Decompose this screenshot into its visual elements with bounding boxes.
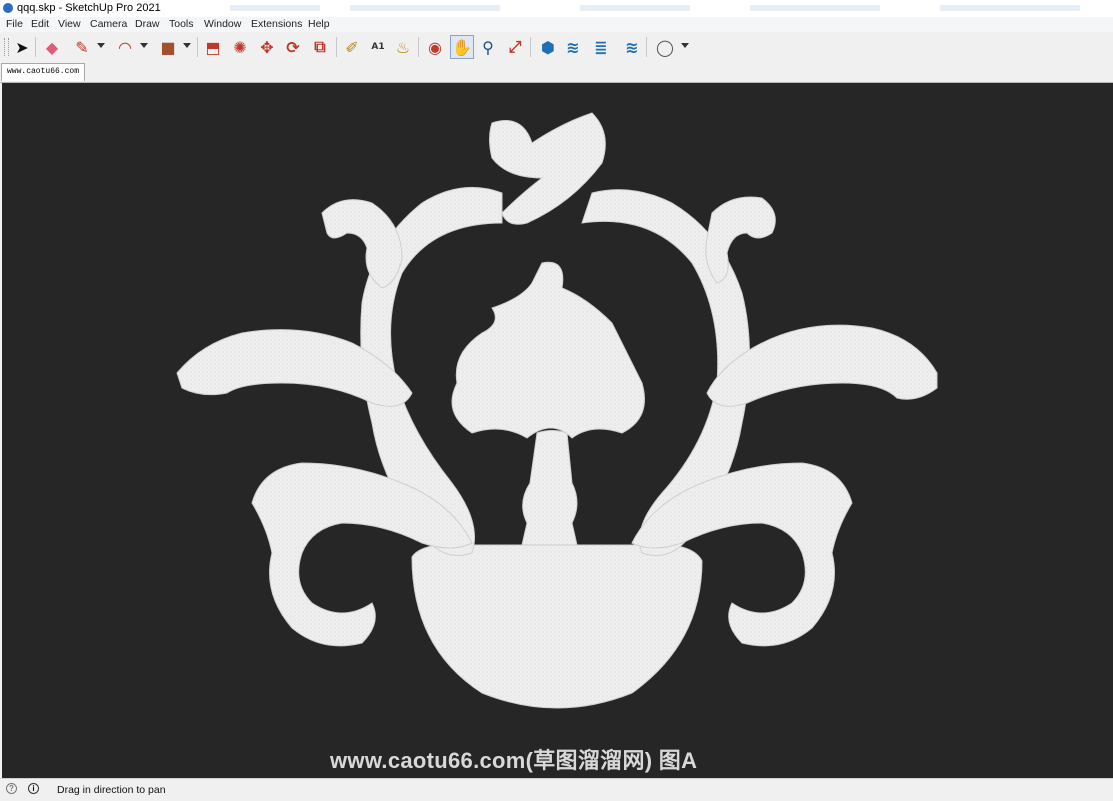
rotate-tool-button[interactable]: ⟳ [281, 35, 305, 59]
eraser-tool-icon: ◆ [45, 37, 59, 57]
toolbar-separator [336, 37, 337, 57]
account-dropdown-arrow[interactable] [681, 43, 689, 48]
arc-tool-icon: ◠ [118, 37, 132, 57]
status-bar: ? i Drag in direction to pan [0, 778, 1113, 801]
ornament-center-flower [451, 261, 645, 439]
tape-measure-tool-icon: ✐ [345, 37, 359, 57]
extension-manager-button[interactable]: ≋ [620, 35, 644, 59]
geolocation-icon[interactable]: ? [6, 783, 17, 794]
push-pull-tool-icon: ⬒ [205, 37, 221, 57]
menu-tools[interactable]: Tools [169, 18, 194, 30]
zoom-extents-tool-icon: ⤢ [508, 37, 522, 56]
move-tool-button[interactable]: ✥ [255, 35, 279, 59]
scale-tool-button[interactable]: ⧉ [308, 35, 332, 59]
info-icon[interactable]: i [28, 783, 39, 794]
toolbar-separator [35, 37, 36, 57]
orbit-tool-icon: ◉ [428, 37, 442, 57]
rectangle-dropdown-arrow[interactable] [183, 43, 191, 48]
extension-warehouse-button[interactable]: ≋ [561, 35, 585, 59]
scale-tool-icon: ⧉ [314, 37, 326, 56]
layout-button[interactable]: ≣ [589, 35, 613, 59]
menu-camera[interactable]: Camera [90, 18, 127, 30]
ornament-left-upper-curl [321, 199, 403, 289]
zoom-extents-tool-button[interactable]: ⤢ [503, 35, 527, 59]
rectangle-tool-icon: ■ [160, 37, 176, 57]
move-tool-icon: ✥ [260, 37, 274, 57]
title-bar: qqq.skp - SketchUp Pro 2021 [0, 0, 1113, 17]
text-tool-button[interactable]: A1 [366, 35, 390, 59]
arc-tool-button[interactable]: ◠ [113, 35, 137, 59]
menu-bar: File Edit View Camera Draw Tools Window … [0, 17, 1113, 32]
pan-tool-button[interactable]: ✋ [450, 35, 474, 59]
status-message: Drag in direction to pan [57, 784, 166, 796]
sketchup-app-icon [3, 3, 13, 13]
menu-edit[interactable]: Edit [31, 18, 49, 30]
toolbar-separator [197, 37, 198, 57]
paint-bucket-tool-button[interactable]: ♨ [391, 35, 415, 59]
background-window-ghost [350, 5, 500, 11]
toolbar-grip[interactable] [4, 38, 9, 56]
toolbar-separator [646, 37, 647, 57]
paint-bucket-tool-icon: ♨ [395, 37, 411, 57]
select-tool-icon: ➤ [15, 37, 29, 57]
pan-tool-icon: ✋ [452, 37, 472, 57]
zoom-tool-button[interactable]: ⚲ [476, 35, 500, 59]
watermark-text: www.caotu66.com(草图溜溜网) 图A [330, 748, 698, 773]
follow-me-tool-button[interactable]: ✺ [228, 35, 252, 59]
toolbar-separator [418, 37, 419, 57]
warehouse-icon: ⬢ [541, 37, 555, 57]
extension-warehouse-icon: ≋ [566, 37, 580, 57]
menu-view[interactable]: View [58, 18, 81, 30]
text-tool-icon: A1 [371, 42, 385, 52]
menu-draw[interactable]: Draw [135, 18, 160, 30]
pencil-tool-icon: ✎ [75, 37, 89, 57]
account-button[interactable]: ◯ [653, 35, 677, 59]
ornament-base-bowl [411, 543, 703, 709]
extension-manager-icon: ≋ [625, 37, 639, 57]
push-pull-tool-button[interactable]: ⬒ [201, 35, 225, 59]
warehouse-button[interactable]: ⬢ [536, 35, 560, 59]
ornament-center-stem [521, 430, 578, 546]
menu-file[interactable]: File [6, 18, 23, 30]
ornament-right-upper-curl [705, 196, 776, 284]
menu-window[interactable]: Window [204, 18, 241, 30]
background-window-ghost [230, 5, 320, 11]
rectangle-tool-button[interactable]: ■ [156, 35, 180, 59]
tape-measure-tool-button[interactable]: ✐ [340, 35, 364, 59]
large-tool-set-toolbar: ➤ ◆ ✎ ◠ ■ ⬒ ✺ ✥ ⟳ ⧉ ✐ A1 ♨ ◉ ✋ ⚲ ⤢ ⬢ ≋ ≣ ≋ ◯ [0, 32, 1113, 63]
scene-tabs-bar: www.caotu66.com [0, 62, 1113, 83]
background-window-ghost [580, 5, 690, 11]
drawing-viewport[interactable]: www.caotu66.com(草图溜溜网) 图A [2, 83, 1113, 778]
orbit-tool-button[interactable]: ◉ [423, 35, 447, 59]
toolbar-separator [530, 37, 531, 57]
carved-ornament-model[interactable] [2, 83, 1113, 778]
account-icon: ◯ [656, 37, 674, 57]
window-title: qqq.skp - SketchUp Pro 2021 [17, 2, 161, 14]
layout-icon: ≣ [594, 37, 608, 57]
zoom-tool-icon: ⚲ [482, 37, 494, 57]
eraser-tool-button[interactable]: ◆ [40, 35, 64, 59]
menu-extensions[interactable]: Extensions [251, 18, 302, 30]
background-window-ghost [940, 5, 1080, 11]
pencil-dropdown-arrow[interactable] [97, 43, 105, 48]
background-window-ghost [750, 5, 880, 11]
pencil-tool-button[interactable]: ✎ [70, 35, 94, 59]
arc-dropdown-arrow[interactable] [140, 43, 148, 48]
menu-help[interactable]: Help [308, 18, 330, 30]
select-tool-button[interactable]: ➤ [10, 35, 34, 59]
follow-me-tool-icon: ✺ [233, 37, 247, 57]
scene-tab[interactable]: www.caotu66.com [1, 63, 86, 81]
rotate-tool-icon: ⟳ [286, 37, 300, 57]
